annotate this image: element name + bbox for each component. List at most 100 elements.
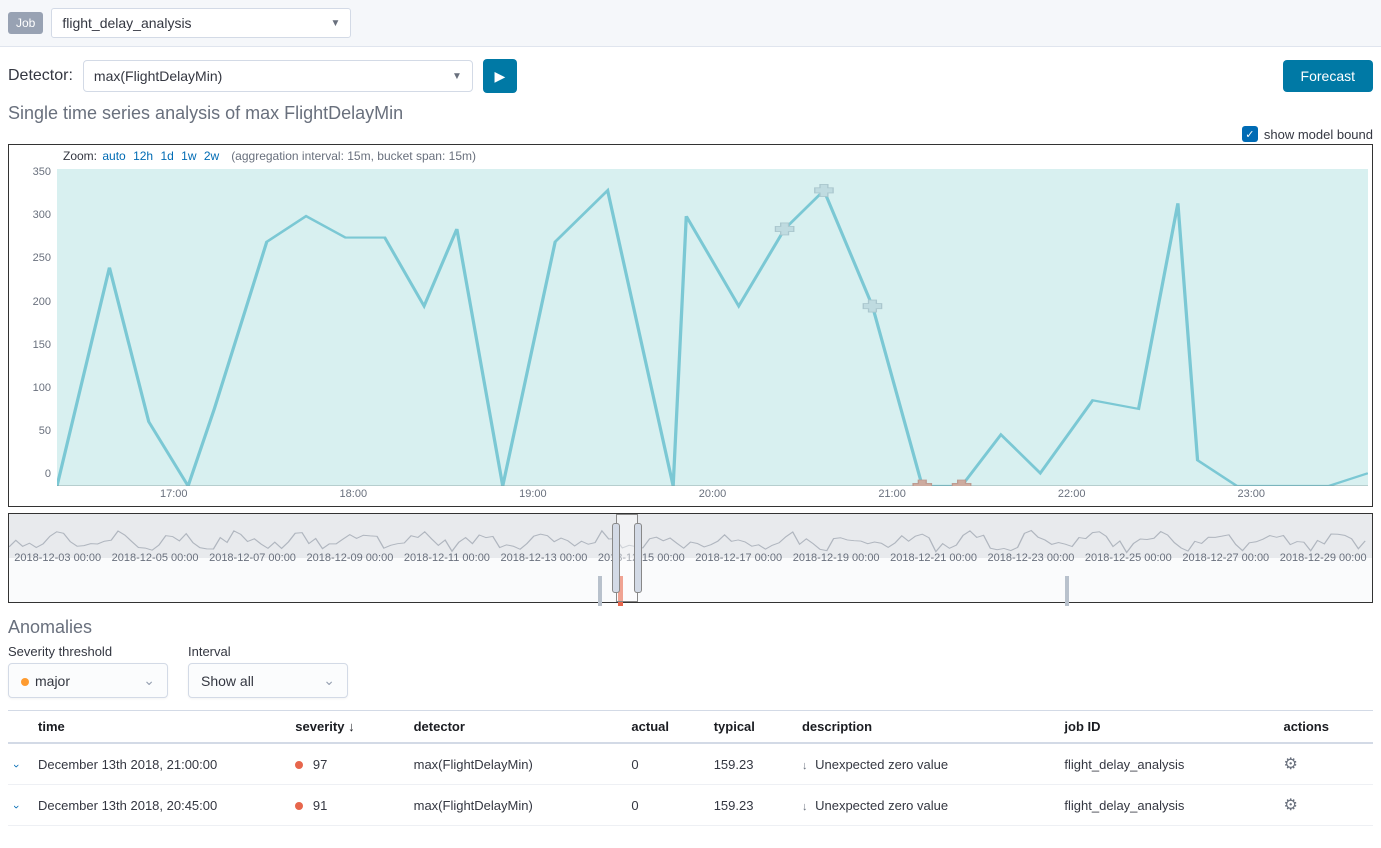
col-actions[interactable]: actions: [1277, 711, 1373, 744]
job-select[interactable]: flight_delay_analysis ▼: [51, 8, 351, 38]
show-model-bound-label: show model bound: [1264, 127, 1373, 142]
zoom-12h[interactable]: 12h: [133, 149, 153, 163]
x-tick: 20:00: [699, 488, 727, 500]
detector-select[interactable]: max(FlightDelayMin) ▼: [83, 60, 473, 92]
cell-detector: max(FlightDelayMin): [408, 743, 626, 785]
y-tick: 100: [33, 382, 51, 394]
cell-typical: 159.23: [708, 785, 796, 826]
interval-filter: Interval Show all ⌄: [188, 644, 348, 698]
overview-bottom: [9, 558, 1372, 602]
arrow-down-icon: ↓: [802, 801, 808, 813]
anomalies-heading: Anomalies: [8, 617, 1373, 638]
chevron-right-icon: ›: [10, 805, 22, 809]
cell-typical: 159.23: [708, 743, 796, 785]
severity-value: major: [21, 673, 70, 689]
brush-handle-left[interactable]: [612, 523, 620, 593]
cell-actual: 0: [625, 785, 707, 826]
overview-brush[interactable]: [616, 514, 638, 602]
gear-icon[interactable]: ⚙: [1283, 797, 1297, 814]
detector-label: Detector:: [8, 67, 73, 85]
cell-severity: 97: [289, 743, 407, 785]
cell-job-id: flight_delay_analysis: [1058, 743, 1277, 785]
agg-interval-text: (aggregation interval: 15m, bucket span:…: [231, 149, 476, 163]
chevron-down-icon: ⌄: [143, 672, 155, 689]
show-model-bound-checkbox[interactable]: ✓: [1242, 126, 1258, 142]
zoom-auto[interactable]: auto: [102, 149, 125, 163]
interval-select[interactable]: Show all ⌄: [188, 663, 348, 698]
cell-severity: 91: [289, 785, 407, 826]
severity-dot-icon: [21, 678, 29, 686]
section-title: Single time series analysis of max Fligh…: [0, 99, 1381, 124]
cell-time: December 13th 2018, 20:45:00: [32, 785, 289, 826]
x-axis: 17:0018:0019:0020:0021:0022:0023:00: [57, 486, 1368, 506]
play-button[interactable]: ▶: [483, 59, 517, 93]
brush-handle-right[interactable]: [634, 523, 642, 593]
gear-icon[interactable]: ⚙: [1283, 756, 1297, 773]
y-tick: 200: [33, 296, 51, 308]
col-severity[interactable]: severity ↓: [289, 711, 407, 744]
zoom-1w[interactable]: 1w: [181, 149, 196, 163]
col-description[interactable]: description: [796, 711, 1058, 744]
cell-actions: ⚙: [1277, 743, 1373, 785]
cell-description: ↓ Unexpected zero value: [796, 743, 1058, 785]
left-controls: Detector: max(FlightDelayMin) ▼ ▶: [8, 59, 517, 93]
y-tick: 250: [33, 252, 51, 264]
severity-filter: Severity threshold major ⌄: [8, 644, 168, 698]
overview-sparkline: [9, 514, 1372, 558]
col-job-id[interactable]: job ID: [1058, 711, 1277, 744]
severity-select[interactable]: major ⌄: [8, 663, 168, 698]
overview-top: [9, 514, 1372, 558]
col-typical[interactable]: typical: [708, 711, 796, 744]
col-time[interactable]: time: [32, 711, 289, 744]
expand-row-button[interactable]: ›: [8, 785, 32, 826]
play-icon: ▶: [495, 68, 506, 85]
chart-header: Zoom: auto 12h 1d 1w 2w (aggregation int…: [8, 144, 1373, 167]
chevron-right-icon: ›: [10, 764, 22, 768]
zoom-label: Zoom:: [63, 149, 97, 163]
overview-marker: [1065, 576, 1069, 606]
plot-area: [57, 169, 1368, 486]
x-tick: 21:00: [878, 488, 906, 500]
main-chart[interactable]: 050100150200250300350 17:0018:0019:0020:…: [8, 167, 1373, 507]
job-badge: Job: [8, 12, 43, 34]
y-tick: 350: [33, 166, 51, 178]
controls-row: Detector: max(FlightDelayMin) ▼ ▶ Foreca…: [0, 47, 1381, 99]
top-bar: Job flight_delay_analysis ▼: [0, 0, 1381, 47]
interval-value: Show all: [201, 673, 254, 689]
caret-down-icon: ▼: [452, 71, 462, 82]
chart-container: Zoom: auto 12h 1d 1w 2w (aggregation int…: [0, 144, 1381, 603]
forecast-button[interactable]: Forecast: [1283, 60, 1373, 92]
cell-job-id: flight_delay_analysis: [1058, 785, 1277, 826]
x-tick: 23:00: [1238, 488, 1266, 500]
cell-description: ↓ Unexpected zero value: [796, 785, 1058, 826]
y-tick: 50: [39, 425, 51, 437]
cell-time: December 13th 2018, 21:00:00: [32, 743, 289, 785]
zoom-2w[interactable]: 2w: [204, 149, 219, 163]
col-actual[interactable]: actual: [625, 711, 707, 744]
y-axis: 0 50 100 150 200 250 300 350: [9, 167, 57, 486]
y-tick: 300: [33, 209, 51, 221]
overview-chart[interactable]: 2018-12-03 00:002018-12-05 00:002018-12-…: [8, 513, 1373, 603]
model-bound-area: [57, 169, 1368, 486]
sort-down-icon: ↓: [348, 719, 355, 734]
severity-dot-icon: [295, 761, 303, 769]
y-tick: 0: [45, 468, 51, 480]
model-bound-toggle-row: ✓ show model bound: [0, 124, 1381, 144]
y-tick: 150: [33, 339, 51, 351]
x-tick: 18:00: [340, 488, 368, 500]
x-tick: 17:00: [160, 488, 188, 500]
severity-threshold-label: Severity threshold: [8, 644, 168, 659]
expand-row-button[interactable]: ›: [8, 743, 32, 785]
filter-row: Severity threshold major ⌄ Interval Show…: [8, 644, 1373, 698]
zoom-1d[interactable]: 1d: [160, 149, 173, 163]
col-detector[interactable]: detector: [408, 711, 626, 744]
cell-actions: ⚙: [1277, 785, 1373, 826]
table-row: › December 13th 2018, 20:45:00 91 max(Fl…: [8, 785, 1373, 826]
chevron-down-icon: ⌄: [323, 672, 335, 689]
cell-actual: 0: [625, 743, 707, 785]
interval-label: Interval: [188, 644, 348, 659]
table-row: › December 13th 2018, 21:00:00 97 max(Fl…: [8, 743, 1373, 785]
job-select-value: flight_delay_analysis: [62, 15, 191, 31]
detector-select-value: max(FlightDelayMin): [94, 68, 222, 84]
overview-marker: [598, 576, 602, 606]
